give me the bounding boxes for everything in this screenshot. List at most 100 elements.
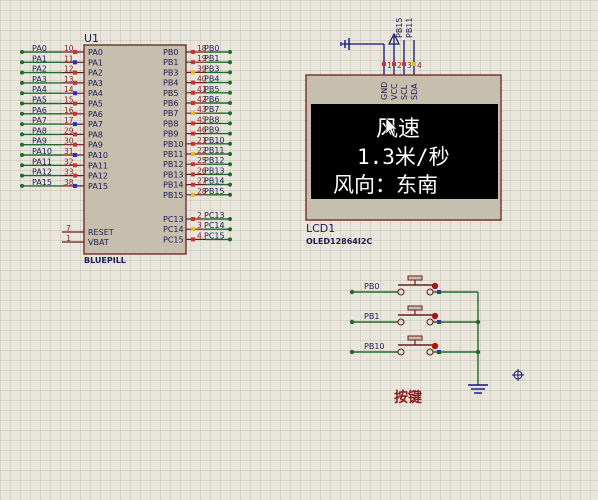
pin-number: 15 bbox=[64, 96, 74, 105]
pin-name: VBAT bbox=[88, 238, 109, 247]
wire-end-dot bbox=[228, 237, 232, 242]
net-label: PB0 bbox=[204, 44, 219, 53]
wire-end-dot bbox=[228, 227, 232, 232]
pin-state-marker bbox=[73, 80, 77, 85]
pin-state-marker bbox=[73, 163, 77, 168]
switch-contact bbox=[426, 288, 434, 296]
pin-name: PB14 bbox=[163, 181, 184, 190]
pin-number: 4 bbox=[417, 61, 422, 70]
net-label: PA15 bbox=[32, 178, 52, 187]
net-label: PB11 bbox=[204, 146, 225, 155]
wire-end-dot bbox=[20, 153, 24, 157]
switch-cap bbox=[407, 275, 423, 281]
pin-state-marker bbox=[73, 122, 77, 127]
wire-end-dot bbox=[20, 101, 24, 106]
wire-end-dot bbox=[228, 162, 232, 167]
net-label: PB13 bbox=[204, 166, 225, 175]
pin-number: 4 bbox=[197, 231, 202, 240]
switch-cap bbox=[407, 335, 423, 341]
pin-number: 33 bbox=[64, 168, 74, 177]
pin-name: PB1 bbox=[163, 58, 178, 67]
pin-number: 31 bbox=[64, 147, 74, 156]
pin-state-marker bbox=[191, 121, 195, 126]
net-label: PA7 bbox=[32, 116, 47, 125]
pin-name: PA11 bbox=[88, 161, 108, 170]
pin-state-marker bbox=[191, 90, 195, 95]
pin-state-marker bbox=[191, 141, 195, 146]
net-label: PB10 bbox=[364, 342, 385, 351]
switch-indicator bbox=[431, 312, 439, 320]
push-button-pb0[interactable]: PB0 bbox=[349, 275, 478, 296]
wire-end-dot bbox=[228, 50, 232, 54]
pin-name: PA0 bbox=[88, 48, 103, 57]
net-label: PA8 bbox=[32, 126, 47, 135]
pin-number: 13 bbox=[64, 75, 74, 84]
wire-end-dot bbox=[228, 60, 232, 65]
pin-number: 2 bbox=[197, 211, 202, 220]
pin-number: 32 bbox=[64, 157, 74, 166]
pin-state-marker bbox=[191, 111, 195, 116]
pin-number: 14 bbox=[64, 85, 74, 94]
net-label: PA11 bbox=[32, 157, 52, 166]
pin-state-marker bbox=[191, 237, 195, 242]
wire-end-dot bbox=[228, 192, 232, 197]
net-label: PA0 bbox=[32, 44, 47, 53]
pin-name: PA1 bbox=[88, 58, 103, 67]
pin-name: PA15 bbox=[88, 182, 108, 191]
buttons-caption: 按键 bbox=[394, 389, 423, 406]
pin-state-marker bbox=[73, 111, 77, 116]
pin-name: PB0 bbox=[163, 48, 178, 57]
push-button-pb10[interactable]: PB10 bbox=[349, 335, 481, 356]
pin-name: VCC bbox=[390, 83, 399, 100]
net-label: PB4 bbox=[204, 75, 219, 84]
net-label: PC15 bbox=[204, 231, 225, 240]
pin-state-marker bbox=[191, 172, 195, 177]
pin-state-marker bbox=[73, 101, 77, 106]
switch-contact bbox=[397, 288, 405, 296]
pin-number: 12 bbox=[64, 65, 74, 74]
net-label: PA2 bbox=[32, 65, 47, 74]
net-label: PB8 bbox=[204, 115, 219, 124]
schematic-canvas[interactable]: U1 BLUEPILL PA0 10 PA0PA1 11 PA1PA2 12 PA2PA3 1… bbox=[0, 0, 598, 500]
oled-line-1: 风速 bbox=[376, 117, 420, 142]
wire-end-dot bbox=[20, 173, 24, 178]
pin-name: PC13 bbox=[163, 215, 184, 224]
pin-state-marker bbox=[402, 62, 406, 66]
pin-name: PA10 bbox=[88, 151, 108, 160]
net-label: PA5 bbox=[32, 96, 47, 105]
bluepill-component[interactable]: U1 BLUEPILL PA0 10 PA0PA1 11 PA1PA2 12 PA2PA3 1… bbox=[20, 32, 232, 265]
pin-number: 1 bbox=[387, 61, 392, 70]
net-label: PB3 bbox=[204, 64, 219, 73]
pin-state-marker bbox=[412, 62, 416, 66]
wire-end-dot bbox=[20, 142, 24, 147]
wire-end-dot bbox=[228, 152, 232, 156]
pin-number: 7 bbox=[66, 224, 71, 233]
pin-name: PB9 bbox=[163, 130, 178, 139]
button-group[interactable]: PB0 PB1 PB10 按键 bbox=[349, 275, 488, 406]
pin-state-marker bbox=[191, 70, 195, 75]
lcd-model: OLED12864I2C bbox=[306, 237, 372, 246]
pin-state-marker bbox=[73, 60, 77, 65]
pin-state-marker bbox=[73, 132, 77, 137]
pin-name: SCL bbox=[400, 84, 409, 100]
pin-name: PB10 bbox=[163, 140, 184, 149]
wire-end-dot bbox=[20, 80, 24, 85]
push-button-pb1[interactable]: PB1 bbox=[349, 305, 481, 326]
pin-number: 17 bbox=[64, 116, 74, 125]
net-label: PA9 bbox=[32, 137, 47, 146]
pin-name: PA2 bbox=[88, 69, 103, 78]
oled-display-component[interactable]: PB15 PB11 1 GND 2 VCC 3 SCL 4 SDA 风速 1.3米/秒 风向：… bbox=[305, 18, 502, 247]
wire-end-dot bbox=[228, 217, 232, 221]
pin-state-marker bbox=[73, 70, 77, 75]
pin-number: 30 bbox=[64, 137, 74, 146]
pin-name: PB3 bbox=[163, 68, 178, 77]
net-label: PA3 bbox=[32, 75, 47, 84]
pin-state-marker bbox=[73, 50, 77, 54]
net-label: PB7 bbox=[204, 105, 219, 114]
wire-end-dot bbox=[20, 183, 24, 188]
wire-end-dot bbox=[349, 289, 355, 295]
net-label: PA1 bbox=[32, 54, 47, 63]
pin-state-marker bbox=[73, 173, 77, 178]
net-label: PA12 bbox=[32, 168, 52, 177]
pin-name: PB5 bbox=[163, 89, 178, 98]
